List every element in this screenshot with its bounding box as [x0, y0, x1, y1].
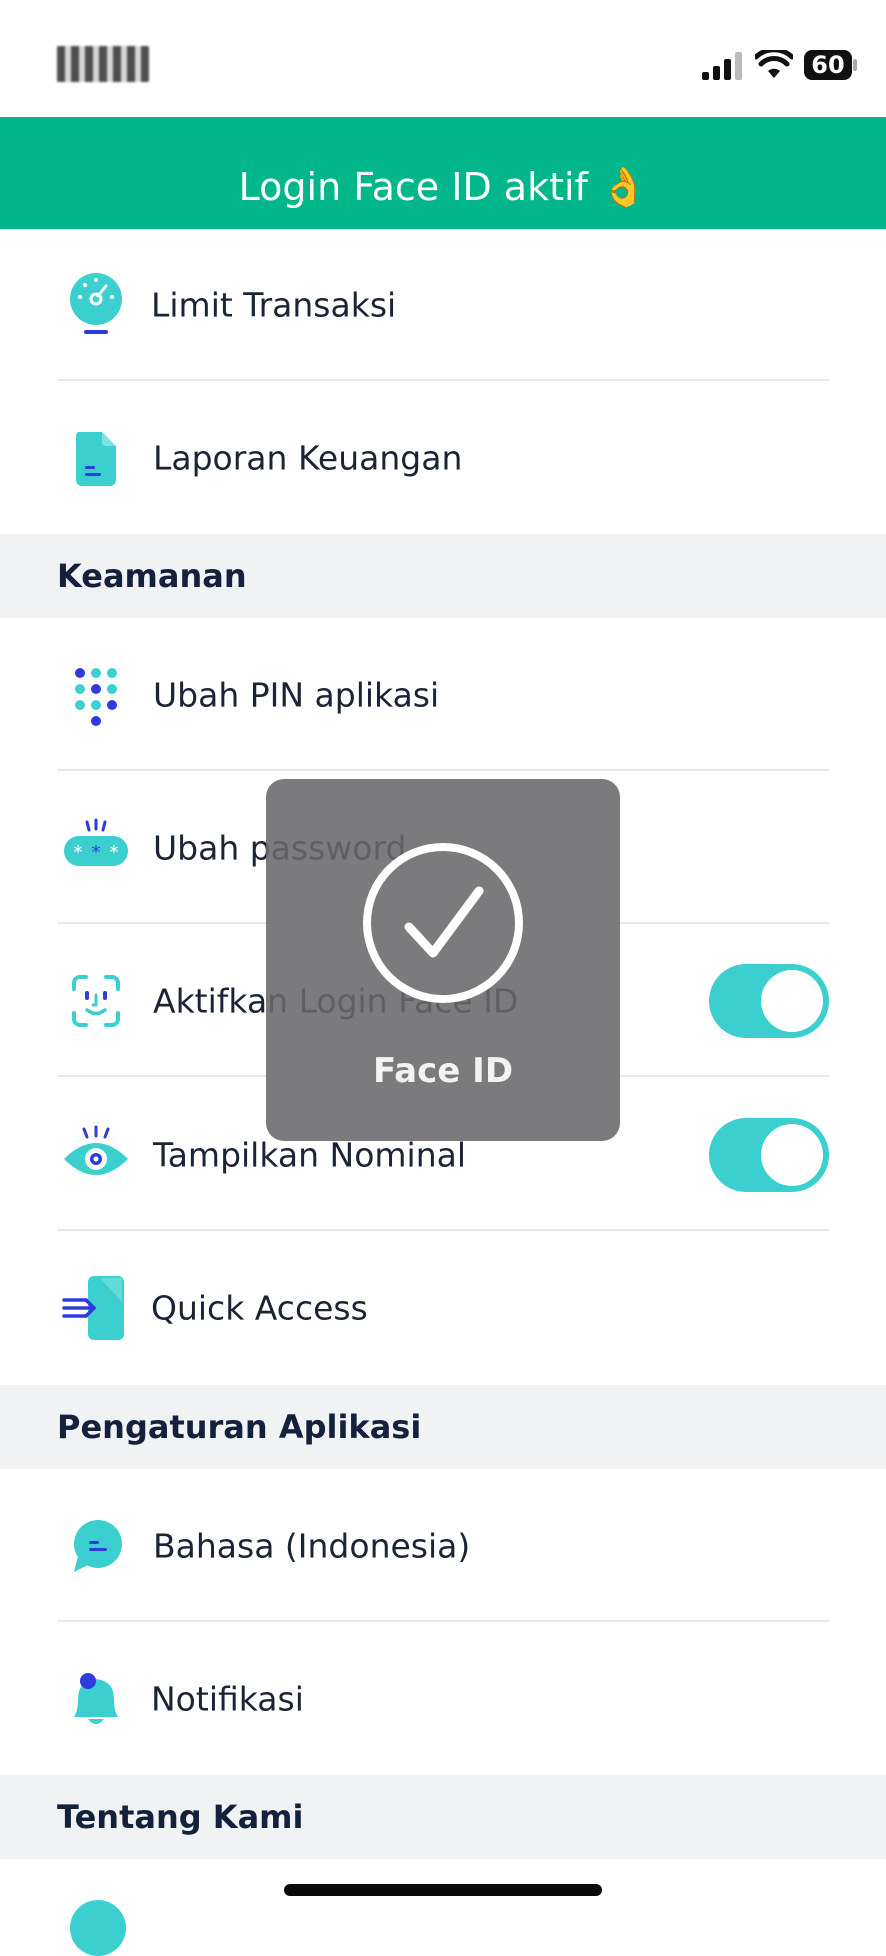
section-title: Keamanan — [57, 557, 247, 595]
svg-text:*: * — [110, 842, 119, 863]
face-id-icon — [72, 974, 120, 1027]
partially-visible-icon — [70, 1900, 126, 1956]
toggle-knob — [761, 969, 823, 1032]
quick-access-icon — [62, 1275, 124, 1340]
menu-item-bahasa[interactable]: Bahasa (Indonesia) — [0, 1469, 886, 1622]
svg-text:*: * — [74, 842, 83, 863]
nominal-toggle[interactable] — [709, 1117, 829, 1192]
face-id-toggle[interactable] — [709, 963, 829, 1038]
toast-text: Login Face ID aktif 👌 — [238, 165, 648, 209]
eye-icon — [64, 1125, 128, 1175]
status-bar: 60 — [0, 0, 886, 117]
svg-text:*: * — [92, 842, 101, 863]
wifi-icon — [755, 50, 793, 78]
menu-item-label: Ubah PIN aplikasi — [153, 675, 440, 714]
password-icon: * * * — [64, 818, 128, 866]
toggle-knob — [761, 1123, 823, 1186]
section-header-tentang-kami: Tentang Kami — [0, 1775, 886, 1859]
menu-item-laporan-keuangan[interactable]: Laporan Keuangan — [0, 381, 886, 534]
section-header-keamanan: Keamanan — [0, 534, 886, 618]
face-id-hud-label: Face ID — [372, 1051, 514, 1091]
home-indicator[interactable] — [284, 1884, 602, 1896]
document-icon — [75, 431, 116, 486]
face-id-success-hud: Face ID — [266, 779, 620, 1141]
section-header-pengaturan-aplikasi: Pengaturan Aplikasi — [0, 1385, 886, 1469]
status-time-redacted — [57, 46, 149, 82]
section-title: Tentang Kami — [57, 1798, 304, 1836]
bell-icon — [74, 1672, 118, 1724]
menu-item-quick-access[interactable]: Quick Access — [0, 1231, 886, 1384]
menu-item-label: Quick Access — [151, 1288, 368, 1327]
menu-item-limit-transaksi[interactable]: Limit Transaksi — [0, 229, 886, 381]
menu-item-label: Laporan Keuangan — [153, 438, 463, 477]
pin-dots-icon — [75, 667, 117, 726]
menu-item-ubah-pin[interactable]: Ubah PIN aplikasi — [0, 618, 886, 771]
menu-item-label: Limit Transaksi — [151, 285, 397, 325]
chat-bubble-icon — [74, 1519, 122, 1572]
menu-item-notifikasi[interactable]: Notifikasi — [0, 1622, 886, 1775]
section-title: Pengaturan Aplikasi — [57, 1408, 422, 1446]
battery-indicator: 60 — [804, 50, 852, 80]
speedometer-icon — [70, 273, 122, 334]
checkmark-circle-icon — [363, 843, 523, 1003]
cellular-signal-icon — [702, 52, 742, 80]
menu-item-label: Bahasa (Indonesia) — [153, 1526, 471, 1565]
battery-tip — [853, 59, 857, 71]
menu-item-label: Notifikasi — [151, 1679, 304, 1718]
